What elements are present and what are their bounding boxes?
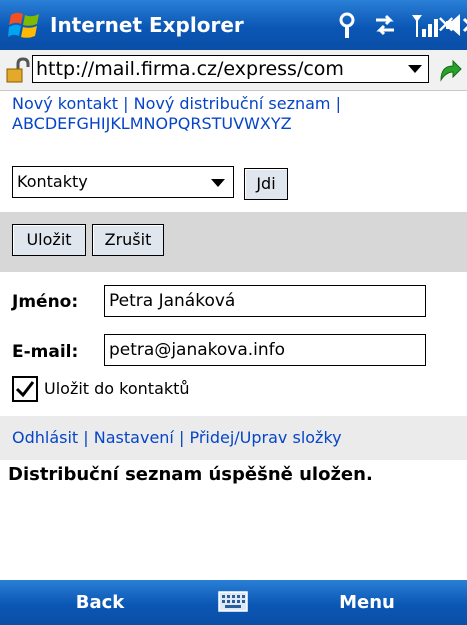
go-button[interactable]: Jdi — [244, 168, 288, 200]
top-links: Nový kontakt | Nový distribuční seznam |… — [12, 94, 462, 134]
save-to-contacts-label: Uložit do kontaktů — [44, 379, 190, 398]
url-input[interactable]: http://mail.firma.cz/express/com — [32, 55, 429, 83]
new-contact-link[interactable]: Nový kontakt — [12, 94, 118, 113]
settings-link[interactable]: Nastavení — [94, 428, 174, 447]
email-label: E-mail: — [12, 342, 79, 362]
status-message: Distribuční seznam úspěšně uložen. — [8, 464, 373, 485]
chevron-down-icon — [211, 179, 225, 187]
footer-links: Odhlásit | Nastavení | Přidej/Uprav slož… — [12, 426, 342, 450]
title-bar: Internet Explorer ✕ — [0, 0, 467, 50]
email-field[interactable]: petra@janakova.info — [104, 334, 426, 366]
url-text: http://mail.firma.cz/express/com — [36, 58, 344, 80]
close-button[interactable]: ✕ — [431, 10, 461, 40]
folder-select[interactable]: Kontakty — [12, 166, 234, 198]
alphabet-links[interactable]: ABCDEFGHIJKLMNOPQRSTUVWXYZ — [12, 114, 292, 133]
link-separator: | — [335, 94, 341, 113]
save-button[interactable]: Uložit — [12, 224, 86, 256]
windows-start-icon[interactable] — [8, 9, 42, 41]
manage-folders-link[interactable]: Přidej/Uprav složky — [189, 428, 341, 447]
go-arrow-icon[interactable] — [437, 58, 463, 84]
link-separator: | — [123, 94, 129, 113]
cancel-button[interactable]: Zrušit — [92, 224, 164, 256]
back-softkey[interactable]: Back — [0, 580, 200, 625]
name-field[interactable]: Petra Janáková — [104, 285, 426, 317]
app-title: Internet Explorer — [50, 13, 244, 37]
link-separator: | — [83, 428, 89, 447]
name-label: Jméno: — [12, 292, 79, 312]
softkey-bar: Back Menu — [0, 580, 467, 625]
link-separator: | — [178, 428, 185, 447]
address-bar: http://mail.firma.cz/express/com — [0, 50, 467, 91]
new-distribution-list-link[interactable]: Nový distribuční seznam — [134, 94, 331, 113]
folder-select-value: Kontakty — [17, 172, 88, 191]
lock-icon — [6, 57, 30, 83]
url-dropdown-icon[interactable] — [408, 65, 422, 73]
keyboard-icon[interactable] — [218, 590, 248, 614]
save-to-contacts-checkbox[interactable] — [12, 376, 38, 402]
antenna-icon — [339, 12, 355, 38]
activesync-icon — [376, 14, 394, 36]
menu-softkey[interactable]: Menu — [267, 580, 467, 625]
logout-link[interactable]: Odhlásit — [12, 428, 78, 447]
